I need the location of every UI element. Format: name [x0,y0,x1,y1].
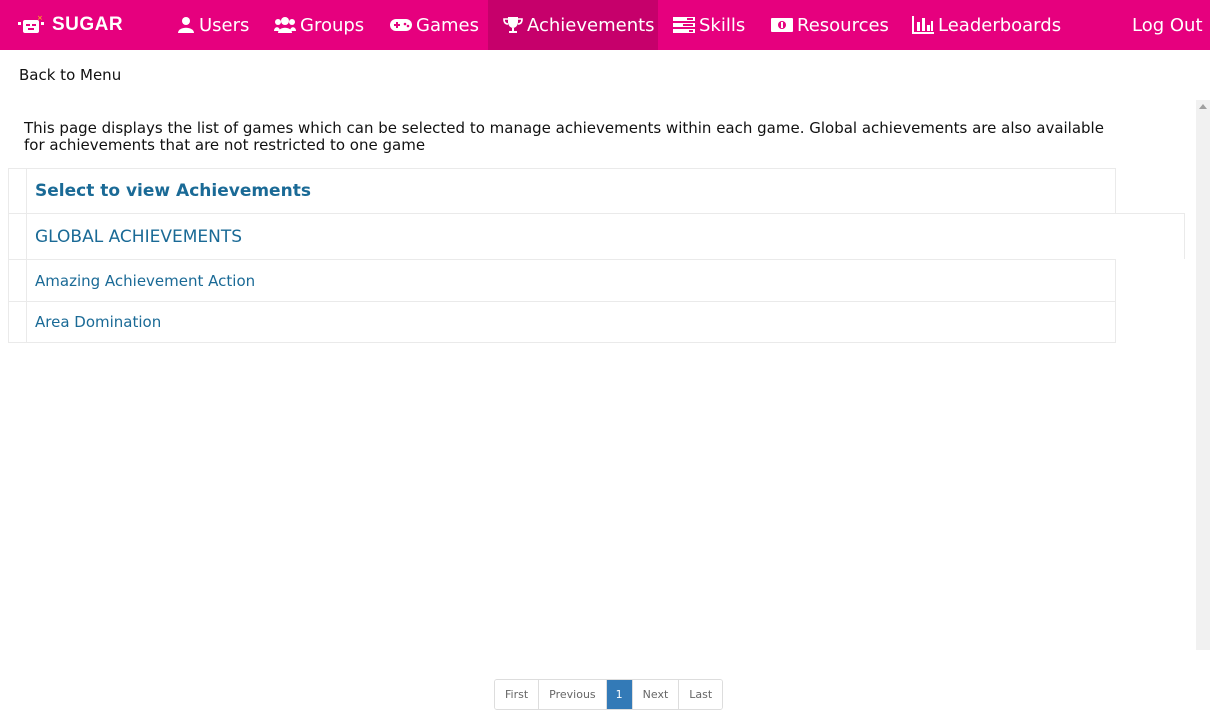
table-header-row: Select to view Achievements [8,168,1116,213]
page-first-button[interactable]: First [495,680,540,709]
nav-achievements-label: Achievements [527,14,655,36]
nav-games-label: Games [416,14,479,36]
skills-icon [673,17,695,33]
bar-chart-icon [912,16,934,34]
app-name: SUGAR [52,14,124,35]
group-icon [274,16,296,34]
nav-users[interactable]: Users [177,0,249,50]
global-achievements-row[interactable]: GLOBAL ACHIEVEMENTS [8,213,1185,259]
top-nav-bar: × SUGAR Users Groups Games Achievements … [0,0,1210,50]
row-gutter [9,214,27,259]
nav-skills[interactable]: Skills [673,0,745,50]
svg-text:×: × [37,14,43,22]
gamepad-icon [390,18,412,32]
vertical-scrollbar[interactable] [1196,100,1210,650]
page-previous-button[interactable]: Previous [539,680,607,709]
money-icon [771,17,793,33]
game-link[interactable]: Amazing Achievement Action [35,260,255,301]
sugar-logo-icon: × [18,14,44,36]
row-gutter [9,169,27,213]
table-header: Select to view Achievements [35,181,311,201]
nav-resources-label: Resources [797,14,889,36]
user-icon [177,16,195,34]
row-gutter [9,302,27,342]
nav-resources[interactable]: Resources [771,0,889,50]
scroll-up-arrow-icon[interactable] [1199,104,1207,109]
table-row[interactable]: Area Domination [8,301,1116,343]
nav-users-label: Users [199,14,250,36]
nav-achievements[interactable]: Achievements [488,0,658,50]
table-row[interactable]: Amazing Achievement Action [8,259,1116,301]
trophy-icon [503,16,523,34]
pagination: First Previous 1 Next Last [494,679,724,710]
page-next-button[interactable]: Next [632,680,680,709]
row-gutter [9,260,27,301]
nav-groups-label: Groups [300,14,365,36]
game-link[interactable]: Area Domination [35,302,161,342]
back-to-menu-link[interactable]: Back to Menu [19,66,121,84]
sugar-logo[interactable]: × SUGAR [18,8,123,42]
nav-groups[interactable]: Groups [274,0,364,50]
nav-leaderboards[interactable]: Leaderboards [912,0,1061,50]
logout-label: Log Out [1132,14,1203,36]
nav-games[interactable]: Games [390,0,479,50]
page-last-button[interactable]: Last [679,680,723,709]
logout-link[interactable]: Log Out [1132,0,1203,50]
nav-skills-label: Skills [699,14,746,36]
page-description: This page displays the list of games whi… [24,119,1104,154]
page-current-button[interactable]: 1 [606,680,633,709]
global-achievements-link[interactable]: GLOBAL ACHIEVEMENTS [35,214,242,259]
nav-leaderboards-label: Leaderboards [938,14,1062,36]
